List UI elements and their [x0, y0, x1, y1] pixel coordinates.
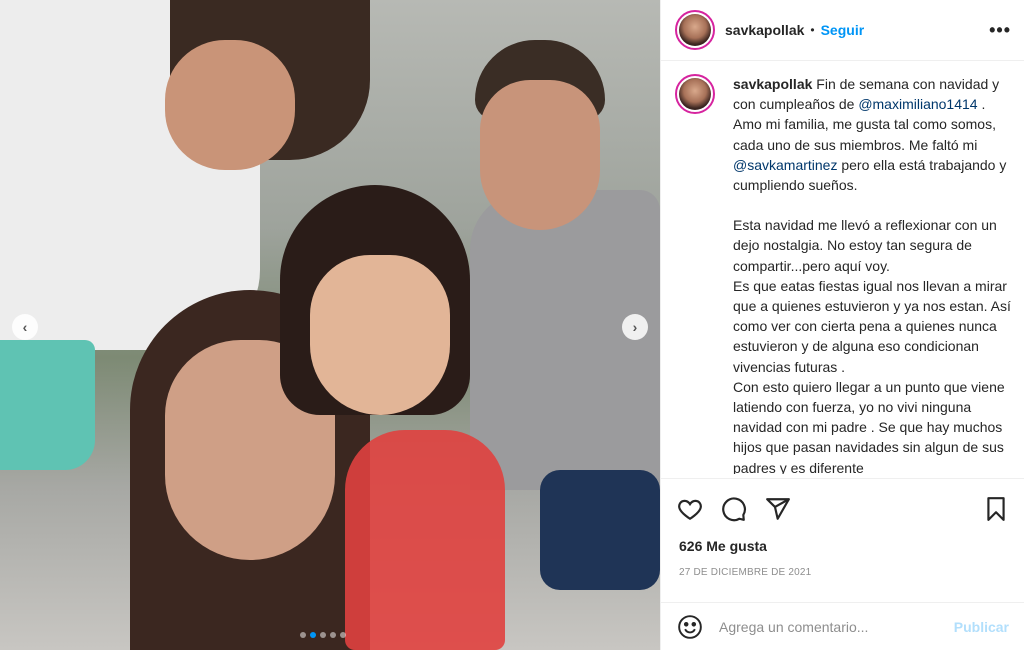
- caption-paragraph: Esta navidad me llevó a reflexionar con …: [733, 217, 997, 274]
- caption-text: savkapollak Fin de semana con navidad y …: [733, 74, 1013, 474]
- post-date: 27 DE DICIEMBRE DE 2021: [679, 567, 812, 578]
- post-username[interactable]: savkapollak: [725, 22, 804, 38]
- comment-input[interactable]: [717, 618, 954, 636]
- carousel-dot: [310, 632, 316, 638]
- more-options-icon[interactable]: •••: [989, 20, 1011, 41]
- mention-link[interactable]: @maximiliano1414: [858, 96, 977, 112]
- share-icon[interactable]: [765, 496, 791, 522]
- carousel-dot: [300, 632, 306, 638]
- caption-username[interactable]: savkapollak: [733, 76, 812, 92]
- mention-link[interactable]: @savkamartinez: [733, 157, 837, 173]
- carousel-indicator: [300, 632, 346, 638]
- caption-paragraph: Con esto quiero llegar a un punto que vi…: [733, 378, 1005, 474]
- carousel-next-button[interactable]: ›: [622, 314, 648, 340]
- carousel-dot: [340, 632, 346, 638]
- action-bar: [661, 478, 1024, 539]
- comment-icon[interactable]: [721, 496, 747, 522]
- avatar[interactable]: [675, 10, 715, 50]
- follow-button[interactable]: Seguir: [821, 22, 865, 38]
- caption-paragraph: Es que eatas fiestas igual nos llevan a …: [733, 277, 1011, 375]
- separator-dot: •: [810, 23, 815, 37]
- post-header: savkapollak • Seguir •••: [661, 0, 1024, 61]
- person-left-face: [165, 40, 295, 170]
- carousel-dot: [320, 632, 326, 638]
- bookmark-icon[interactable]: [983, 496, 1009, 522]
- chevron-right-icon: ›: [632, 319, 638, 335]
- caption-area: savkapollak Fin de semana con navidad y …: [675, 74, 1015, 474]
- person-right-tank-top: [470, 190, 660, 490]
- chevron-left-icon: ‹: [22, 319, 28, 335]
- person-right-face: [480, 80, 600, 230]
- girl-face: [310, 255, 450, 415]
- caption-avatar[interactable]: [675, 74, 715, 114]
- person-left-shorts: [0, 340, 95, 470]
- carousel-dot: [330, 632, 336, 638]
- likes-count[interactable]: 626 Me gusta: [679, 538, 767, 554]
- person-right-shorts: [540, 470, 660, 590]
- post-photo[interactable]: ‹ ›: [0, 0, 660, 650]
- red-mesh-bag: [345, 430, 505, 650]
- comment-bar: Publicar: [661, 602, 1024, 651]
- carousel-prev-button[interactable]: ‹: [12, 314, 38, 340]
- emoji-icon[interactable]: [677, 614, 703, 640]
- post-side-panel: savkapollak • Seguir ••• savkapollak Fin…: [660, 0, 1024, 650]
- heart-icon[interactable]: [677, 496, 703, 522]
- publish-button[interactable]: Publicar: [954, 619, 1009, 635]
